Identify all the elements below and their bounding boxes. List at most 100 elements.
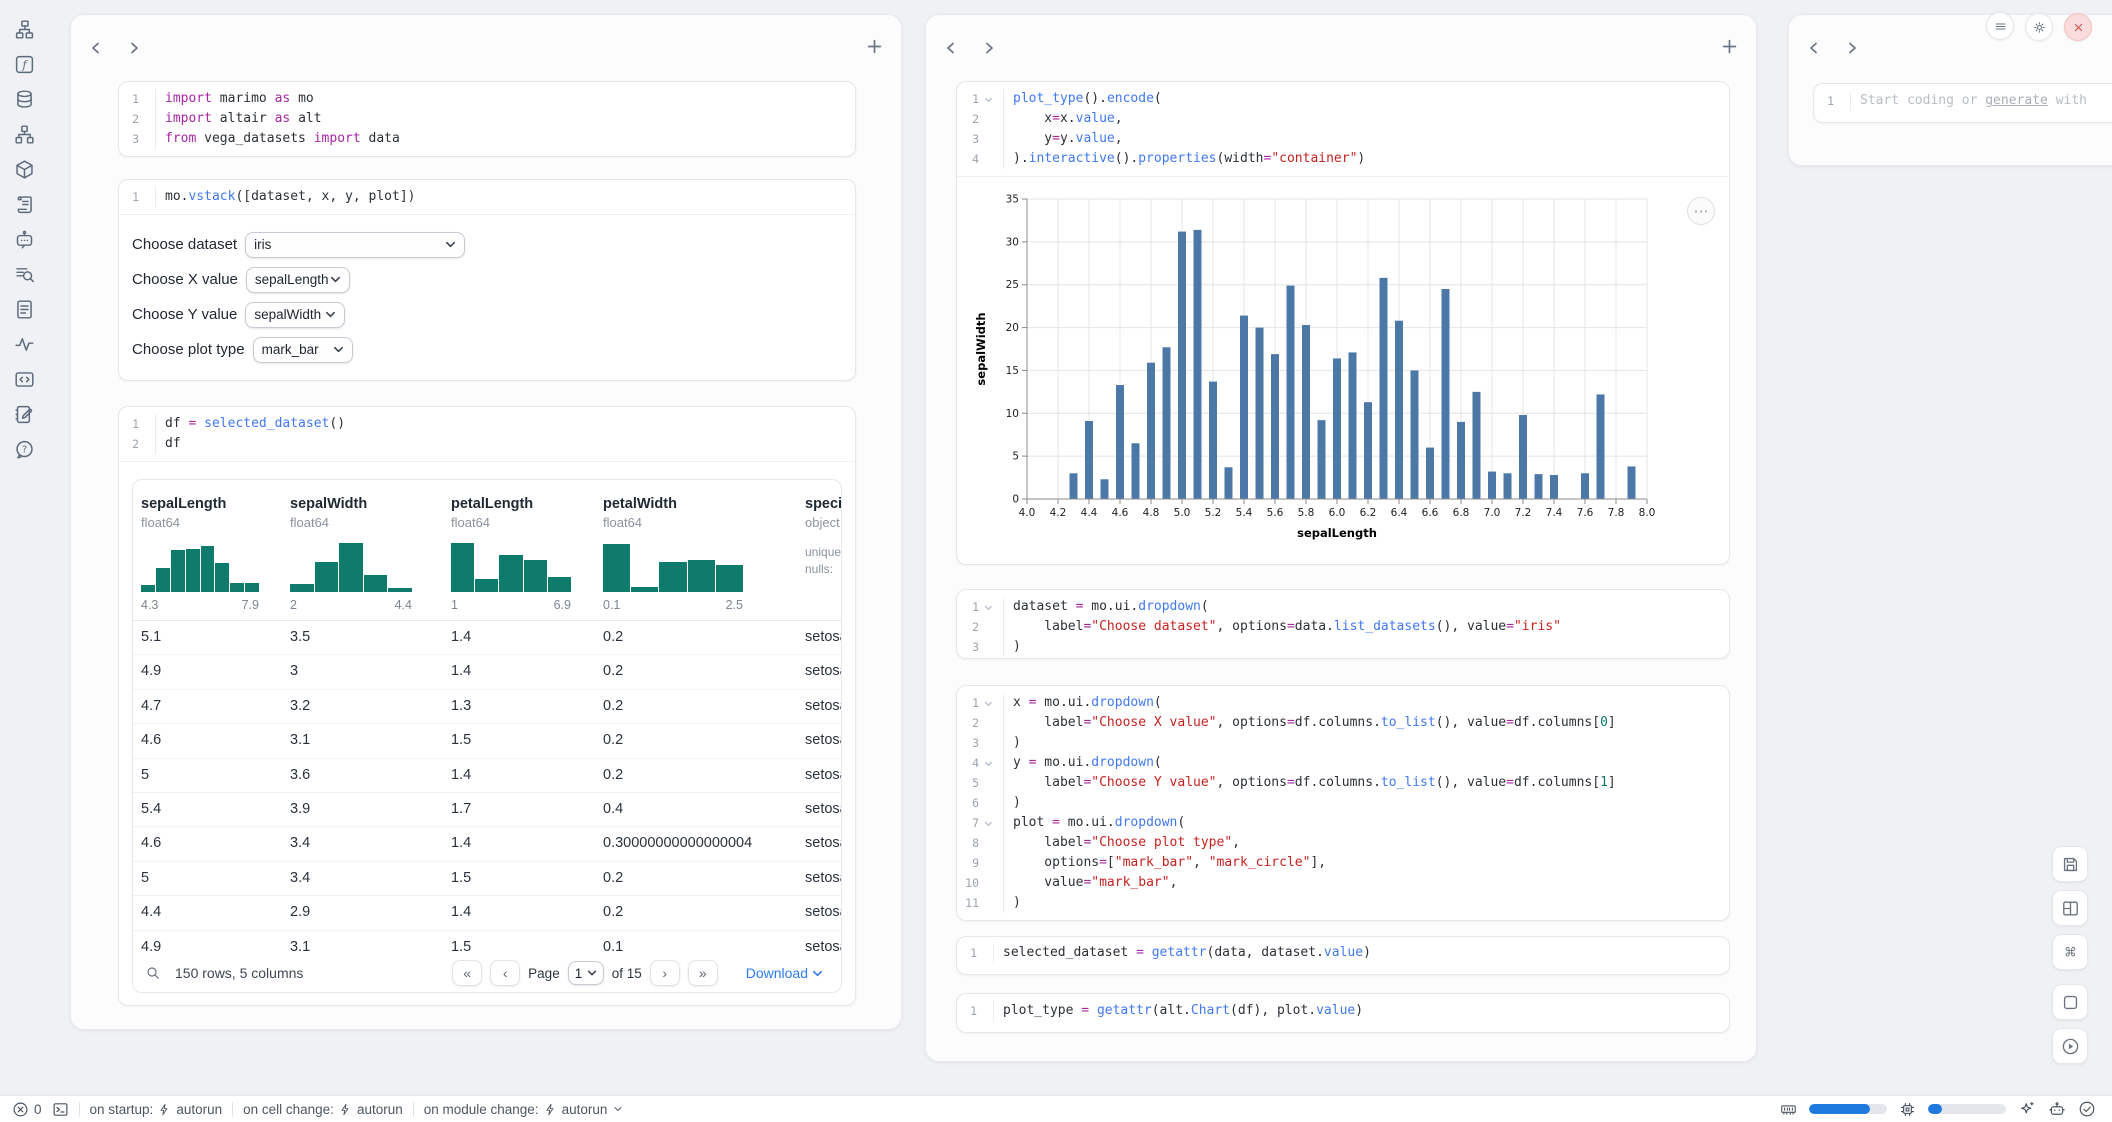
minimal-mode-button[interactable] [2052, 984, 2088, 1020]
fold-gutter[interactable] [979, 753, 997, 773]
table-row[interactable]: 4.63.41.40.30000000000000004setosa [133, 827, 841, 861]
code-line[interactable]: options=["mark_bar", "mark_circle"], [1003, 853, 1729, 873]
last-page-button[interactable]: » [688, 960, 718, 986]
column-histogram[interactable] [603, 540, 743, 592]
column-header-sepalWidth[interactable]: sepalWidthfloat6424.4 [290, 480, 412, 612]
code-line[interactable]: x = mo.ui.dropdown( [1003, 693, 1729, 713]
x-value-select[interactable]: sepalLength [246, 267, 350, 293]
code-line[interactable]: Start coding or generate with [1850, 91, 2112, 111]
table-row[interactable]: 4.73.21.30.2setosa [133, 690, 841, 724]
add-cell-button[interactable] [861, 33, 887, 59]
page-select[interactable]: 1 [568, 961, 604, 985]
chat-bot-button[interactable] [2048, 1100, 2066, 1118]
table-row[interactable]: 4.931.40.2setosa [133, 655, 841, 689]
ai-assist-button[interactable] [2018, 1100, 2036, 1118]
column-header-sepalLength[interactable]: sepalLengthfloat644.37.9 [141, 480, 259, 612]
code-line[interactable]: label="Choose dataset", options=data.lis… [1003, 617, 1729, 637]
fold-gutter[interactable] [979, 89, 997, 109]
column-header-petalWidth[interactable]: petalWidthfloat640.12.5 [603, 480, 743, 612]
code-line[interactable]: plot_type = getattr(alt.Chart(df), plot.… [993, 1001, 1729, 1021]
code-cell-selected-dataset[interactable]: 1selected_dataset = getattr(data, datase… [956, 936, 1730, 975]
table-row[interactable]: 53.41.50.2setosa [133, 862, 841, 896]
column-scroll-right-button[interactable] [976, 35, 1002, 61]
column-header-petalLength[interactable]: petalLengthfloat6416.9 [451, 480, 571, 612]
on-cell-change-mode[interactable]: on cell change: autorun [243, 1102, 403, 1117]
code-line[interactable]: ) [1003, 637, 1729, 657]
terminal-button[interactable] [52, 1101, 69, 1118]
code-line[interactable]: label="Choose plot type", [1003, 833, 1729, 853]
bar-chart[interactable]: 4.04.24.44.64.85.05.25.45.65.86.06.26.46… [971, 185, 1683, 545]
help-button[interactable]: ? [4, 432, 44, 466]
code-cell-plot-type[interactable]: 1plot_type = getattr(alt.Chart(df), plot… [956, 993, 1730, 1033]
y-value-select[interactable]: sepalWidth [245, 302, 345, 328]
code-line[interactable]: ) [1003, 793, 1729, 813]
fold-gutter[interactable] [979, 813, 997, 833]
connection-status-button[interactable] [2078, 1100, 2096, 1118]
search-icon[interactable] [145, 965, 161, 981]
column-histogram[interactable] [290, 540, 412, 592]
code-line[interactable]: ).interactive().properties(width="contai… [1003, 149, 1729, 169]
snippets-button[interactable] [4, 292, 44, 326]
table-row[interactable]: 53.61.40.2setosa [133, 759, 841, 793]
code-line[interactable]: plot = mo.ui.dropdown( [1003, 813, 1729, 833]
table-row[interactable]: 4.42.91.40.2setosa [133, 896, 841, 930]
code-line[interactable]: ) [1003, 733, 1729, 753]
run-all-button[interactable] [2052, 1028, 2088, 1064]
column-header-species[interactable]: speciesobjectunique:nulls: [805, 480, 842, 578]
code-line[interactable]: value="mark_bar", [1003, 873, 1729, 893]
chat-bot-button[interactable] [4, 222, 44, 256]
package-button[interactable] [4, 152, 44, 186]
script-scroll-button[interactable] [4, 187, 44, 221]
table-row[interactable]: 4.63.11.50.2setosa [133, 724, 841, 758]
code-cell-xy-plot-dropdowns[interactable]: 1x = mo.ui.dropdown(2 label="Choose X va… [956, 685, 1730, 921]
code-box-button[interactable] [4, 362, 44, 396]
code-line[interactable]: df [155, 434, 855, 454]
on-module-change-mode[interactable]: on module change: autorun [424, 1102, 625, 1117]
function-square-button[interactable]: f [4, 47, 44, 81]
menu-button[interactable] [1986, 12, 2014, 40]
notebook-settings-button[interactable] [2025, 13, 2053, 41]
code-line[interactable]: y = mo.ui.dropdown( [1003, 753, 1729, 773]
add-cell-button[interactable] [1716, 33, 1742, 59]
column-histogram[interactable] [451, 540, 571, 592]
shutdown-button[interactable] [2064, 13, 2092, 41]
column-scroll-left-button[interactable] [938, 35, 964, 61]
next-page-button[interactable]: › [650, 960, 680, 986]
fold-gutter[interactable] [979, 693, 997, 713]
fold-gutter[interactable] [979, 597, 997, 617]
code-line[interactable]: plot_type().encode( [1003, 89, 1729, 109]
code-line[interactable]: label="Choose X value", options=df.colum… [1003, 713, 1729, 733]
save-button[interactable] [2052, 846, 2088, 882]
keyboard-shortcuts-button[interactable]: ⌘ [2052, 934, 2088, 970]
code-line[interactable]: x=x.value, [1003, 109, 1729, 129]
file-tree-button[interactable] [4, 12, 44, 46]
code-line[interactable]: y=y.value, [1003, 129, 1729, 149]
code-line[interactable]: selected_dataset = getattr(data, dataset… [993, 943, 1729, 963]
code-line[interactable]: label="Choose Y value", options=df.colum… [1003, 773, 1729, 793]
code-cell-dataset-dropdown[interactable]: 1dataset = mo.ui.dropdown(2 label="Choos… [956, 589, 1730, 659]
code-cell-vstack[interactable]: 1mo.vstack([dataset, x, y, plot]) Choose… [118, 179, 856, 381]
tracing-button[interactable] [4, 327, 44, 361]
chart-actions-button[interactable]: ⋯ [1687, 197, 1715, 225]
code-line[interactable]: import altair as alt [155, 109, 855, 129]
table-row[interactable]: 5.43.91.70.4setosa [133, 793, 841, 827]
column-scroll-right-button[interactable] [121, 35, 147, 61]
layout-grid-button[interactable] [2052, 890, 2088, 926]
empty-code-cell[interactable]: 1Start coding or generate with [1813, 83, 2112, 123]
error-indicator[interactable]: 0 [12, 1101, 42, 1118]
column-histogram[interactable] [141, 540, 259, 592]
column-scroll-left-button[interactable] [83, 35, 109, 61]
code-line[interactable]: import marimo as mo [155, 89, 855, 109]
dataset-select[interactable]: iris [245, 232, 465, 258]
code-line[interactable]: from vega_datasets import data [155, 129, 855, 149]
code-line[interactable]: dataset = mo.ui.dropdown( [1003, 597, 1729, 617]
code-line[interactable]: mo.vstack([dataset, x, y, plot]) [155, 187, 855, 207]
previous-page-button[interactable]: ‹ [490, 960, 520, 986]
dependency-graph-button[interactable] [4, 117, 44, 151]
code-cell-dataframe[interactable]: 1df = selected_dataset()2df sepalLengthf… [118, 406, 856, 1006]
code-cell-imports[interactable]: 1import marimo as mo2import altair as al… [118, 81, 856, 157]
plot-type-select[interactable]: mark_bar [253, 337, 353, 363]
download-button[interactable]: Download [740, 964, 829, 982]
on-startup-mode[interactable]: on startup: autorun [90, 1102, 223, 1117]
column-scroll-right-button[interactable] [1839, 35, 1865, 61]
